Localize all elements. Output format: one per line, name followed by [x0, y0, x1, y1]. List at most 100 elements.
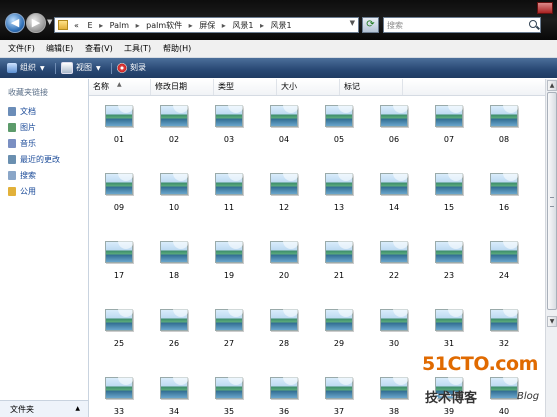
- folders-toggle[interactable]: 文件夹 ▲: [0, 400, 88, 417]
- file-item[interactable]: 02: [152, 105, 196, 151]
- file-item[interactable]: 01: [97, 105, 141, 151]
- breadcrumb-item[interactable]: 风景1: [268, 19, 295, 32]
- file-item[interactable]: 27: [207, 309, 251, 355]
- link-public[interactable]: 公用: [8, 186, 36, 198]
- breadcrumb-item[interactable]: palm软件: [143, 19, 185, 32]
- file-item[interactable]: 33: [97, 377, 141, 417]
- file-item[interactable]: 21: [317, 241, 361, 287]
- file-item[interactable]: 19: [207, 241, 251, 287]
- file-item[interactable]: 32: [482, 309, 526, 355]
- file-item[interactable]: 20: [262, 241, 306, 287]
- burn-button[interactable]: 刻录: [117, 61, 146, 75]
- column-tags[interactable]: 标记: [340, 79, 403, 95]
- file-item[interactable]: 04: [262, 105, 306, 151]
- file-item[interactable]: 10: [152, 173, 196, 219]
- breadcrumb-separator[interactable]: ▸: [98, 19, 104, 32]
- file-item[interactable]: 09: [97, 173, 141, 219]
- menu-view[interactable]: 查看(V): [85, 43, 113, 54]
- breadcrumb-item[interactable]: 风景1: [229, 19, 256, 32]
- file-item[interactable]: 24: [482, 241, 526, 287]
- file-item[interactable]: 28: [262, 309, 306, 355]
- watermark-text: 技术博客: [425, 391, 478, 406]
- forward-button[interactable]: ▶: [26, 13, 46, 33]
- image-thumbnail-icon: [160, 377, 189, 399]
- refresh-button[interactable]: ⟳: [362, 17, 379, 33]
- scroll-grip: [550, 197, 554, 207]
- file-item[interactable]: 30: [372, 309, 416, 355]
- image-thumbnail-icon: [380, 173, 409, 195]
- breadcrumb-separator[interactable]: ▸: [135, 19, 141, 32]
- file-item[interactable]: 29: [317, 309, 361, 355]
- link-recent-changes[interactable]: 最近的更改: [8, 154, 60, 166]
- column-name[interactable]: 名称 ▲: [89, 79, 151, 95]
- menu-file[interactable]: 文件(F): [8, 43, 35, 54]
- image-thumbnail-icon: [325, 377, 354, 399]
- image-thumbnail-icon: [215, 241, 244, 263]
- breadcrumb-separator[interactable]: ▸: [259, 19, 265, 32]
- breadcrumb-separator[interactable]: ▸: [221, 19, 227, 32]
- link-documents[interactable]: 文档: [8, 106, 36, 118]
- breadcrumb-item[interactable]: Palm: [107, 19, 132, 32]
- vertical-scrollbar[interactable]: ▲ ▼: [545, 79, 557, 417]
- close-window-button[interactable]: [537, 2, 553, 14]
- column-size[interactable]: 大小: [277, 79, 340, 95]
- file-item[interactable]: 31: [427, 309, 471, 355]
- column-type[interactable]: 类型: [214, 79, 277, 95]
- link-music[interactable]: 音乐: [8, 138, 36, 150]
- file-name: 13: [333, 203, 345, 212]
- menu-tools[interactable]: 工具(T): [124, 43, 151, 54]
- column-date-modified[interactable]: 修改日期: [151, 79, 214, 95]
- menu-edit[interactable]: 编辑(E): [46, 43, 73, 54]
- back-button[interactable]: ◀: [5, 13, 25, 33]
- file-item[interactable]: 22: [372, 241, 416, 287]
- breadcrumb-item[interactable]: 屏保: [196, 19, 218, 32]
- file-item[interactable]: 14: [372, 173, 416, 219]
- file-item[interactable]: 35: [207, 377, 251, 417]
- organize-icon: [7, 62, 17, 73]
- column-label: 标记: [344, 82, 360, 91]
- image-thumbnail-icon: [160, 105, 189, 127]
- views-button[interactable]: 视图 ▼: [61, 61, 101, 75]
- breadcrumb-overflow[interactable]: «: [71, 19, 82, 32]
- file-item[interactable]: 37: [317, 377, 361, 417]
- file-item[interactable]: 26: [152, 309, 196, 355]
- file-name: 09: [113, 203, 125, 212]
- image-thumbnail-icon: [160, 241, 189, 263]
- file-item[interactable]: 23: [427, 241, 471, 287]
- file-item[interactable]: 25: [97, 309, 141, 355]
- file-item[interactable]: 11: [207, 173, 251, 219]
- breadcrumb-separator[interactable]: ▸: [188, 19, 194, 32]
- file-item[interactable]: 13: [317, 173, 361, 219]
- link-search[interactable]: 搜索: [8, 170, 36, 182]
- file-name: 11: [223, 203, 235, 212]
- address-bar[interactable]: « E ▸ Palm ▸ palm软件 ▸ 屏保 ▸ 风景1 ▸ 风景1 ▼: [54, 17, 359, 33]
- search-input[interactable]: [387, 18, 517, 32]
- file-item[interactable]: 05: [317, 105, 361, 151]
- file-item[interactable]: 38: [372, 377, 416, 417]
- file-item[interactable]: 03: [207, 105, 251, 151]
- breadcrumb-item[interactable]: E: [84, 19, 95, 32]
- organize-button[interactable]: 组织 ▼: [7, 61, 45, 75]
- scroll-down-button[interactable]: ▼: [547, 316, 557, 327]
- file-item[interactable]: 36: [262, 377, 306, 417]
- file-item[interactable]: 12: [262, 173, 306, 219]
- file-item[interactable]: 06: [372, 105, 416, 151]
- file-item[interactable]: 16: [482, 173, 526, 219]
- file-item[interactable]: 15: [427, 173, 471, 219]
- scroll-thumb[interactable]: [547, 92, 557, 310]
- history-dropdown-icon[interactable]: ▼: [47, 18, 52, 26]
- file-name: 02: [168, 135, 180, 144]
- address-dropdown-icon[interactable]: ▼: [350, 19, 355, 27]
- file-item[interactable]: 08: [482, 105, 526, 151]
- file-item[interactable]: 07: [427, 105, 471, 151]
- file-item[interactable]: 18: [152, 241, 196, 287]
- scroll-up-button[interactable]: ▲: [547, 80, 557, 91]
- menu-help[interactable]: 帮助(H): [163, 43, 191, 54]
- search-icon[interactable]: [529, 20, 537, 28]
- explorer-window: ◀ ▶ ▼ « E ▸ Palm ▸ palm软件 ▸ 屏保 ▸ 风景1 ▸ 风…: [0, 0, 557, 417]
- file-item[interactable]: 34: [152, 377, 196, 417]
- file-name: 06: [388, 135, 400, 144]
- link-pictures[interactable]: 图片: [8, 122, 36, 134]
- file-item[interactable]: 17: [97, 241, 141, 287]
- search-box[interactable]: [383, 17, 541, 33]
